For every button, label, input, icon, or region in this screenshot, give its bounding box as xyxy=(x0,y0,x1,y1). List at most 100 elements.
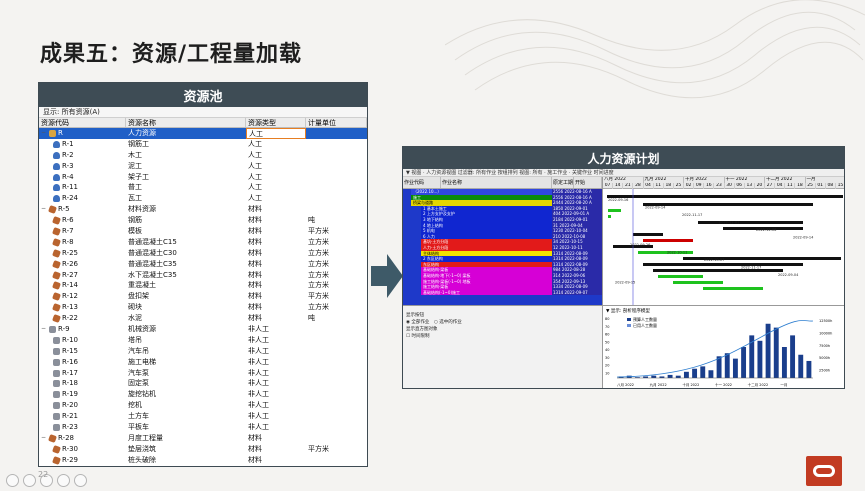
resource-row[interactable]: R-20 挖机 非人工 xyxy=(39,400,367,411)
collapse-icon[interactable]: − xyxy=(41,433,47,444)
resource-code-cell: R-12 xyxy=(39,291,126,302)
resource-type-cell: 材料 xyxy=(248,455,262,464)
machine-icon xyxy=(53,423,60,431)
gantt-date-label: 2022-09-26 xyxy=(630,243,650,247)
gantt-bar xyxy=(643,203,813,206)
resource-row[interactable]: R-8 普通混凝土C15 材料 立方米 xyxy=(39,237,367,248)
resource-unit-cell: 立方米 xyxy=(308,248,329,257)
resource-row[interactable]: R-23 平板车 非人工 xyxy=(39,422,367,433)
wbs-col-code[interactable]: 作业代码 xyxy=(403,177,441,188)
resource-row[interactable]: − R-9 机械资源 非人工 xyxy=(39,324,367,335)
resource-unit-cell: 平方米 xyxy=(308,227,329,236)
column-header-code[interactable]: 资源代码 xyxy=(39,118,126,127)
resource-name-cell: 瓦工 xyxy=(128,194,142,203)
column-header-name[interactable]: 资源名称 xyxy=(126,118,246,127)
wbs-row[interactable]: 基础结构(-1~0)施工 1314 2022-09-07 xyxy=(403,289,602,296)
resource-histogram: ▼ 显示: 剖析程序模型 预算人工数量 已用人工数量 80 70 60 50 40 30 20 10… xyxy=(602,305,844,388)
resource-unit-cell: 平方米 xyxy=(308,444,329,453)
histogram-month-label: 十二月 2022 xyxy=(748,382,769,387)
resource-row[interactable]: − R-5 材料资源 材料 xyxy=(39,204,367,215)
gantt-bar xyxy=(608,215,611,218)
option-all-activities[interactable]: ◉ 全部作业 ○ 选中的作业 xyxy=(403,319,602,326)
resource-code: R-11 xyxy=(62,183,79,192)
resource-code-cell: R-15 xyxy=(39,346,126,357)
option-time-limit[interactable]: ☐ 时间限制 xyxy=(403,333,602,340)
y2-axis-label: 2500h xyxy=(819,369,830,373)
nav-pen-icon[interactable] xyxy=(23,474,36,487)
resource-row[interactable]: R-24 瓦工 人工 xyxy=(39,193,367,204)
resource-row[interactable]: R-12 盘扣架 材料 平方米 xyxy=(39,291,367,302)
person-icon xyxy=(53,195,60,203)
wbs-col-start[interactable]: 开始 xyxy=(574,177,602,188)
resource-unit-cell xyxy=(306,324,367,335)
y2-axis-label: 10000h xyxy=(819,331,832,335)
resource-unit-cell: 吨 xyxy=(308,314,315,323)
wbs-col-name[interactable]: 作业名称 xyxy=(441,177,552,188)
resource-row[interactable]: − R-28 月度工程量 材料 xyxy=(39,433,367,444)
resource-rows: − R 人力资源 人工 R-1 钢筋工 人工 R-2 木工 人工 R-3 泥工 人工 R-4 架子工 人工 R-… xyxy=(39,128,367,466)
resource-code: R-29 xyxy=(62,455,79,464)
resource-row[interactable]: R-30 垫层浇筑 材料 平方米 xyxy=(39,444,367,455)
resource-row[interactable]: R-10 塔吊 非人工 xyxy=(39,335,367,346)
histogram-bar xyxy=(781,347,787,378)
resource-filter[interactable]: 显示: 所有资源(A) xyxy=(39,107,367,118)
resource-code-cell: R-29 xyxy=(39,455,126,466)
gantt-date-label: 2022-10-11 xyxy=(667,251,687,255)
resource-row[interactable]: R-19 旋挖钻机 非人工 xyxy=(39,389,367,400)
resource-row[interactable]: R-1 钢筋工 人工 xyxy=(39,139,367,150)
column-header-unit[interactable]: 计量单位 xyxy=(306,118,367,127)
resource-row[interactable]: R-6 钢筋 材料 吨 xyxy=(39,215,367,226)
resource-row[interactable]: R-17 汽车泵 非人工 xyxy=(39,368,367,379)
resource-row[interactable]: R-13 砌块 材料 立方米 xyxy=(39,302,367,313)
resource-row[interactable]: R-16 施工电梯 非人工 xyxy=(39,357,367,368)
resource-type-cell: 人工 xyxy=(248,139,262,148)
resource-row[interactable]: R-2 木工 人工 xyxy=(39,150,367,161)
nav-prev-icon[interactable] xyxy=(6,474,19,487)
nav-more-icon[interactable] xyxy=(74,474,87,487)
resource-row[interactable]: R-7 模板 材料 平方米 xyxy=(39,226,367,237)
page-number: 22 xyxy=(38,470,49,479)
plan-toolbar[interactable]: ▼ 视图 · 人力资源视图 过滤器: 所有作业 按组排列 视图: 所有 · 施工… xyxy=(403,169,844,177)
resource-code: R-17 xyxy=(62,368,79,377)
gantt-bar xyxy=(698,221,803,224)
resource-row[interactable]: R-11 普工 人工 xyxy=(39,182,367,193)
resource-code-cell: R-17 xyxy=(39,368,126,379)
column-header-type[interactable]: 资源类型 xyxy=(246,118,306,127)
resource-row[interactable]: R-14 重混凝土 材料 立方米 xyxy=(39,280,367,291)
person-icon xyxy=(53,140,60,148)
resource-row[interactable]: R-22 水泥 材料 吨 xyxy=(39,313,367,324)
resource-row[interactable]: R-15 汽车吊 非人工 xyxy=(39,346,367,357)
resource-unit-cell xyxy=(306,172,367,183)
wbs-col-duration[interactable]: 原定工期 xyxy=(552,177,574,188)
resource-unit-cell: 立方米 xyxy=(308,303,329,312)
resource-row[interactable]: R-27 水下混凝土C35 材料 立方米 xyxy=(39,270,367,281)
resource-code: R-26 xyxy=(62,259,79,268)
resource-row[interactable]: R-29 桩头破除 材料 xyxy=(39,455,367,466)
collapse-icon[interactable]: − xyxy=(41,324,47,335)
resource-code: R-7 xyxy=(62,227,74,236)
histogram-bar xyxy=(724,353,730,378)
resource-unit-cell: 立方米 xyxy=(308,270,329,279)
y2-axis-label: 7500h xyxy=(819,344,830,348)
resource-unit-cell xyxy=(306,433,367,444)
resource-type-cell: 人工 xyxy=(246,128,306,139)
resource-row[interactable]: R-18 固定泵 非人工 xyxy=(39,378,367,389)
nav-zoom-icon[interactable] xyxy=(57,474,70,487)
gantt-date-label: 2022-09-04 xyxy=(778,273,799,277)
gantt-date-label: 2022-09-15 xyxy=(615,281,635,285)
material-icon xyxy=(52,455,61,465)
resource-code-cell: R-19 xyxy=(39,389,126,400)
resource-row[interactable]: R-4 架子工 人工 xyxy=(39,172,367,183)
resource-row[interactable]: R-25 普通混凝土C30 材料 立方米 xyxy=(39,248,367,259)
resource-row[interactable]: R-3 泥工 人工 xyxy=(39,161,367,172)
y2-axis-label: 12500h xyxy=(819,319,832,323)
collapse-icon[interactable]: − xyxy=(41,204,47,215)
resource-type-cell: 材料 xyxy=(248,248,262,257)
resource-row[interactable]: − R 人力资源 人工 xyxy=(39,128,367,139)
resource-row[interactable]: R-21 土方车 非人工 xyxy=(39,411,367,422)
resource-type-cell: 人工 xyxy=(248,161,262,170)
resource-code-cell: R-22 xyxy=(39,313,126,324)
resource-row[interactable]: R-26 普通混凝土C35 材料 立方米 xyxy=(39,259,367,270)
group-icon xyxy=(49,129,56,137)
collapse-icon[interactable]: − xyxy=(41,128,47,139)
